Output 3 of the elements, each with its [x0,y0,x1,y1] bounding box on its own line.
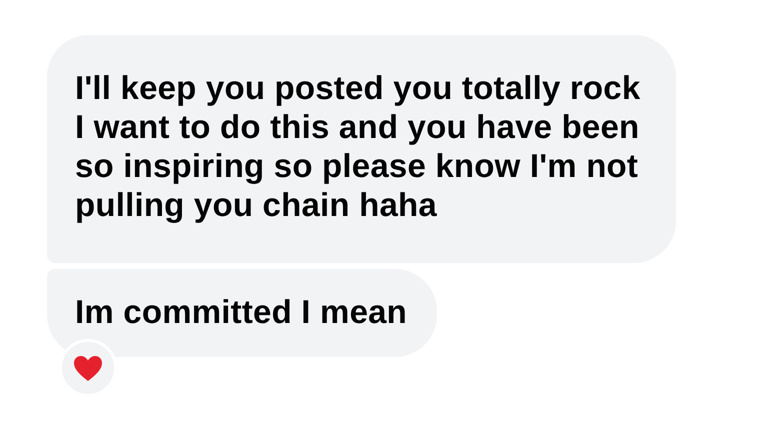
message-bubble: I'll keep you posted you totally rock I want to do this and you have been so inspiring so please know I'm not pulling you chain haha [47,35,676,263]
message-bubble: Im committed I mean [47,269,438,357]
heart-icon [73,354,103,382]
